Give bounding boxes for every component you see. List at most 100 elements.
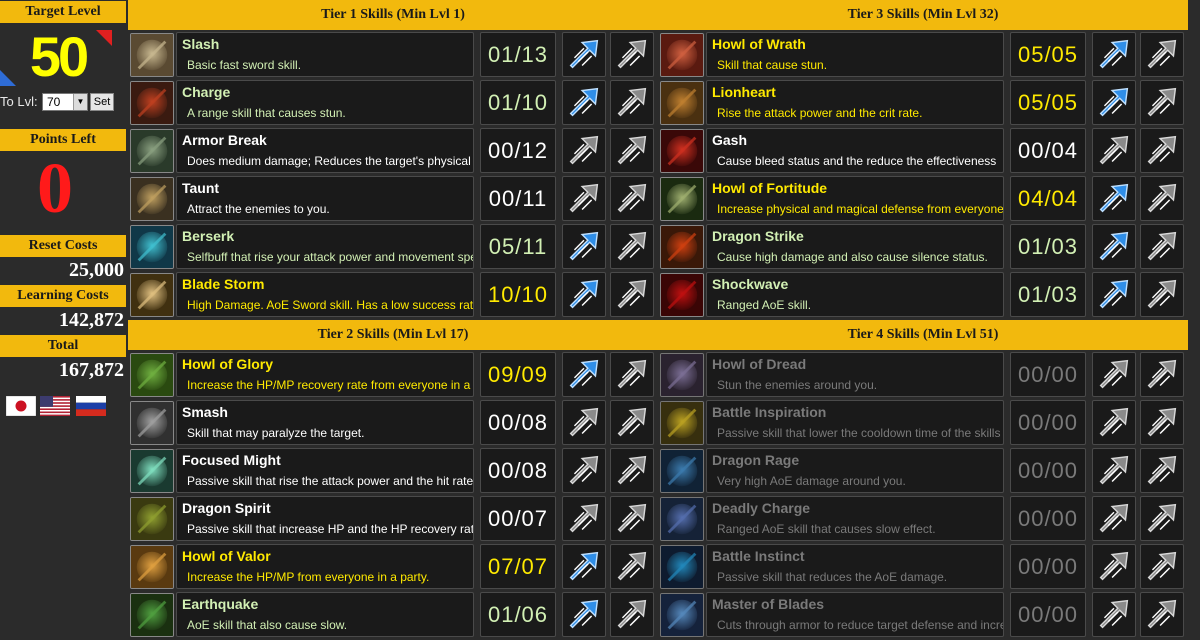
increase-skill-button[interactable] [1140,592,1184,637]
usa-flag-icon[interactable] [40,396,70,416]
master-of-blades-icon[interactable] [660,593,704,637]
increase-skill-button[interactable] [610,224,654,269]
arrow-up-icon [617,359,647,389]
increase-skill-button[interactable] [610,272,654,317]
learning-costs-value: 142,872 [59,309,124,331]
smash-icon[interactable] [130,401,174,445]
deadly-charge-icon[interactable] [660,497,704,541]
decrease-skill-button[interactable] [1092,400,1136,445]
decrease-skill-button[interactable] [562,352,606,397]
arrow-up-icon [1147,87,1177,117]
increase-skill-button[interactable] [610,496,654,541]
increase-skill-button[interactable] [1140,272,1184,317]
skill-info: Charge A range skill that causes stun. [176,80,474,125]
dragon-spirit-icon[interactable] [130,497,174,541]
decrease-skill-button[interactable] [1092,176,1136,221]
decrease-skill-button[interactable] [562,224,606,269]
increase-skill-button[interactable] [610,400,654,445]
skill-info: Howl of Wrath Skill that cause stun. [706,32,1004,77]
arrow-down-icon [569,407,599,437]
decrease-skill-button[interactable] [562,128,606,173]
increase-skill-button[interactable] [1140,80,1184,125]
decrease-skill-button[interactable] [1092,272,1136,317]
increase-skill-button[interactable] [610,544,654,589]
skill-description: Selfbuff that rise your attack power and… [187,250,474,264]
increase-skill-button[interactable] [1140,544,1184,589]
decrease-skill-button[interactable] [1092,544,1136,589]
decrease-skill-button[interactable] [562,80,606,125]
to-level-select[interactable]: 70 ▼ [42,93,88,111]
increase-skill-button[interactable] [610,352,654,397]
skill-level-count: 00/00 [1010,544,1086,589]
level-down-icon[interactable] [0,70,16,86]
berserk-icon[interactable] [130,225,174,269]
increase-skill-button[interactable] [1140,176,1184,221]
increase-skill-button[interactable] [1140,352,1184,397]
increase-skill-button[interactable] [1140,32,1184,77]
arrow-down-icon [569,231,599,261]
level-up-icon[interactable] [96,30,112,46]
gash-icon[interactable] [660,129,704,173]
skill-name: Gash [712,132,748,148]
increase-skill-button[interactable] [610,32,654,77]
skill-info: Howl of Dread Stun the enemies around you… [706,352,1004,397]
earthquake-icon[interactable] [130,593,174,637]
skill-info: Blade Storm High Damage. AoE Sword skill.… [176,272,474,317]
sword-slash-icon[interactable] [130,33,174,77]
increase-skill-button[interactable] [610,592,654,637]
arrow-up-icon [1147,279,1177,309]
decrease-skill-button[interactable] [562,400,606,445]
decrease-skill-button[interactable] [1092,352,1136,397]
decrease-skill-button[interactable] [562,32,606,77]
dragon-rage-icon[interactable] [660,449,704,493]
decrease-skill-button[interactable] [1092,592,1136,637]
taunt-icon[interactable] [130,177,174,221]
battle-inspiration-icon[interactable] [660,401,704,445]
decrease-skill-button[interactable] [562,176,606,221]
arrow-up-icon [1147,231,1177,261]
increase-skill-button[interactable] [610,448,654,493]
increase-skill-button[interactable] [610,176,654,221]
skill-info: Master of Blades Cuts through armor to re… [706,592,1004,637]
lionheart-icon[interactable] [660,81,704,125]
dragon-strike-icon[interactable] [660,225,704,269]
decrease-skill-button[interactable] [1092,80,1136,125]
decrease-skill-button[interactable] [1092,224,1136,269]
arrow-up-icon [617,87,647,117]
howl-of-valor-icon[interactable] [130,545,174,589]
decrease-skill-button[interactable] [1092,496,1136,541]
increase-skill-button[interactable] [1140,496,1184,541]
increase-skill-button[interactable] [610,80,654,125]
decrease-skill-button[interactable] [1092,32,1136,77]
armor-break-icon[interactable] [130,129,174,173]
battle-instinct-icon[interactable] [660,545,704,589]
howl-of-dread-icon[interactable] [660,353,704,397]
set-button[interactable]: Set [90,93,114,111]
decrease-skill-button[interactable] [562,272,606,317]
decrease-skill-button[interactable] [562,592,606,637]
howl-of-wrath-icon[interactable] [660,33,704,77]
shockwave-icon[interactable] [660,273,704,317]
japan-flag-icon[interactable] [5,395,37,417]
russia-flag-icon[interactable] [76,396,106,416]
decrease-skill-button[interactable] [562,544,606,589]
increase-skill-button[interactable] [1140,128,1184,173]
blade-storm-icon[interactable] [130,273,174,317]
increase-skill-button[interactable] [1140,224,1184,269]
decrease-skill-button[interactable] [1092,448,1136,493]
increase-skill-button[interactable] [610,128,654,173]
charge-icon[interactable] [130,81,174,125]
focused-might-icon[interactable] [130,449,174,493]
decrease-skill-button[interactable] [1092,128,1136,173]
skill-row: Howl of Fortitude Increase physical and m… [658,174,1188,222]
decrease-skill-button[interactable] [562,496,606,541]
decrease-skill-button[interactable] [562,448,606,493]
arrow-down-icon [569,455,599,485]
increase-skill-button[interactable] [1140,400,1184,445]
arrow-up-icon [1147,599,1177,629]
skill-name: Armor Break [182,132,267,148]
skill-info: Shockwave Ranged AoE skill. [706,272,1004,317]
howl-of-glory-icon[interactable] [130,353,174,397]
howl-of-fortitude-icon[interactable] [660,177,704,221]
increase-skill-button[interactable] [1140,448,1184,493]
